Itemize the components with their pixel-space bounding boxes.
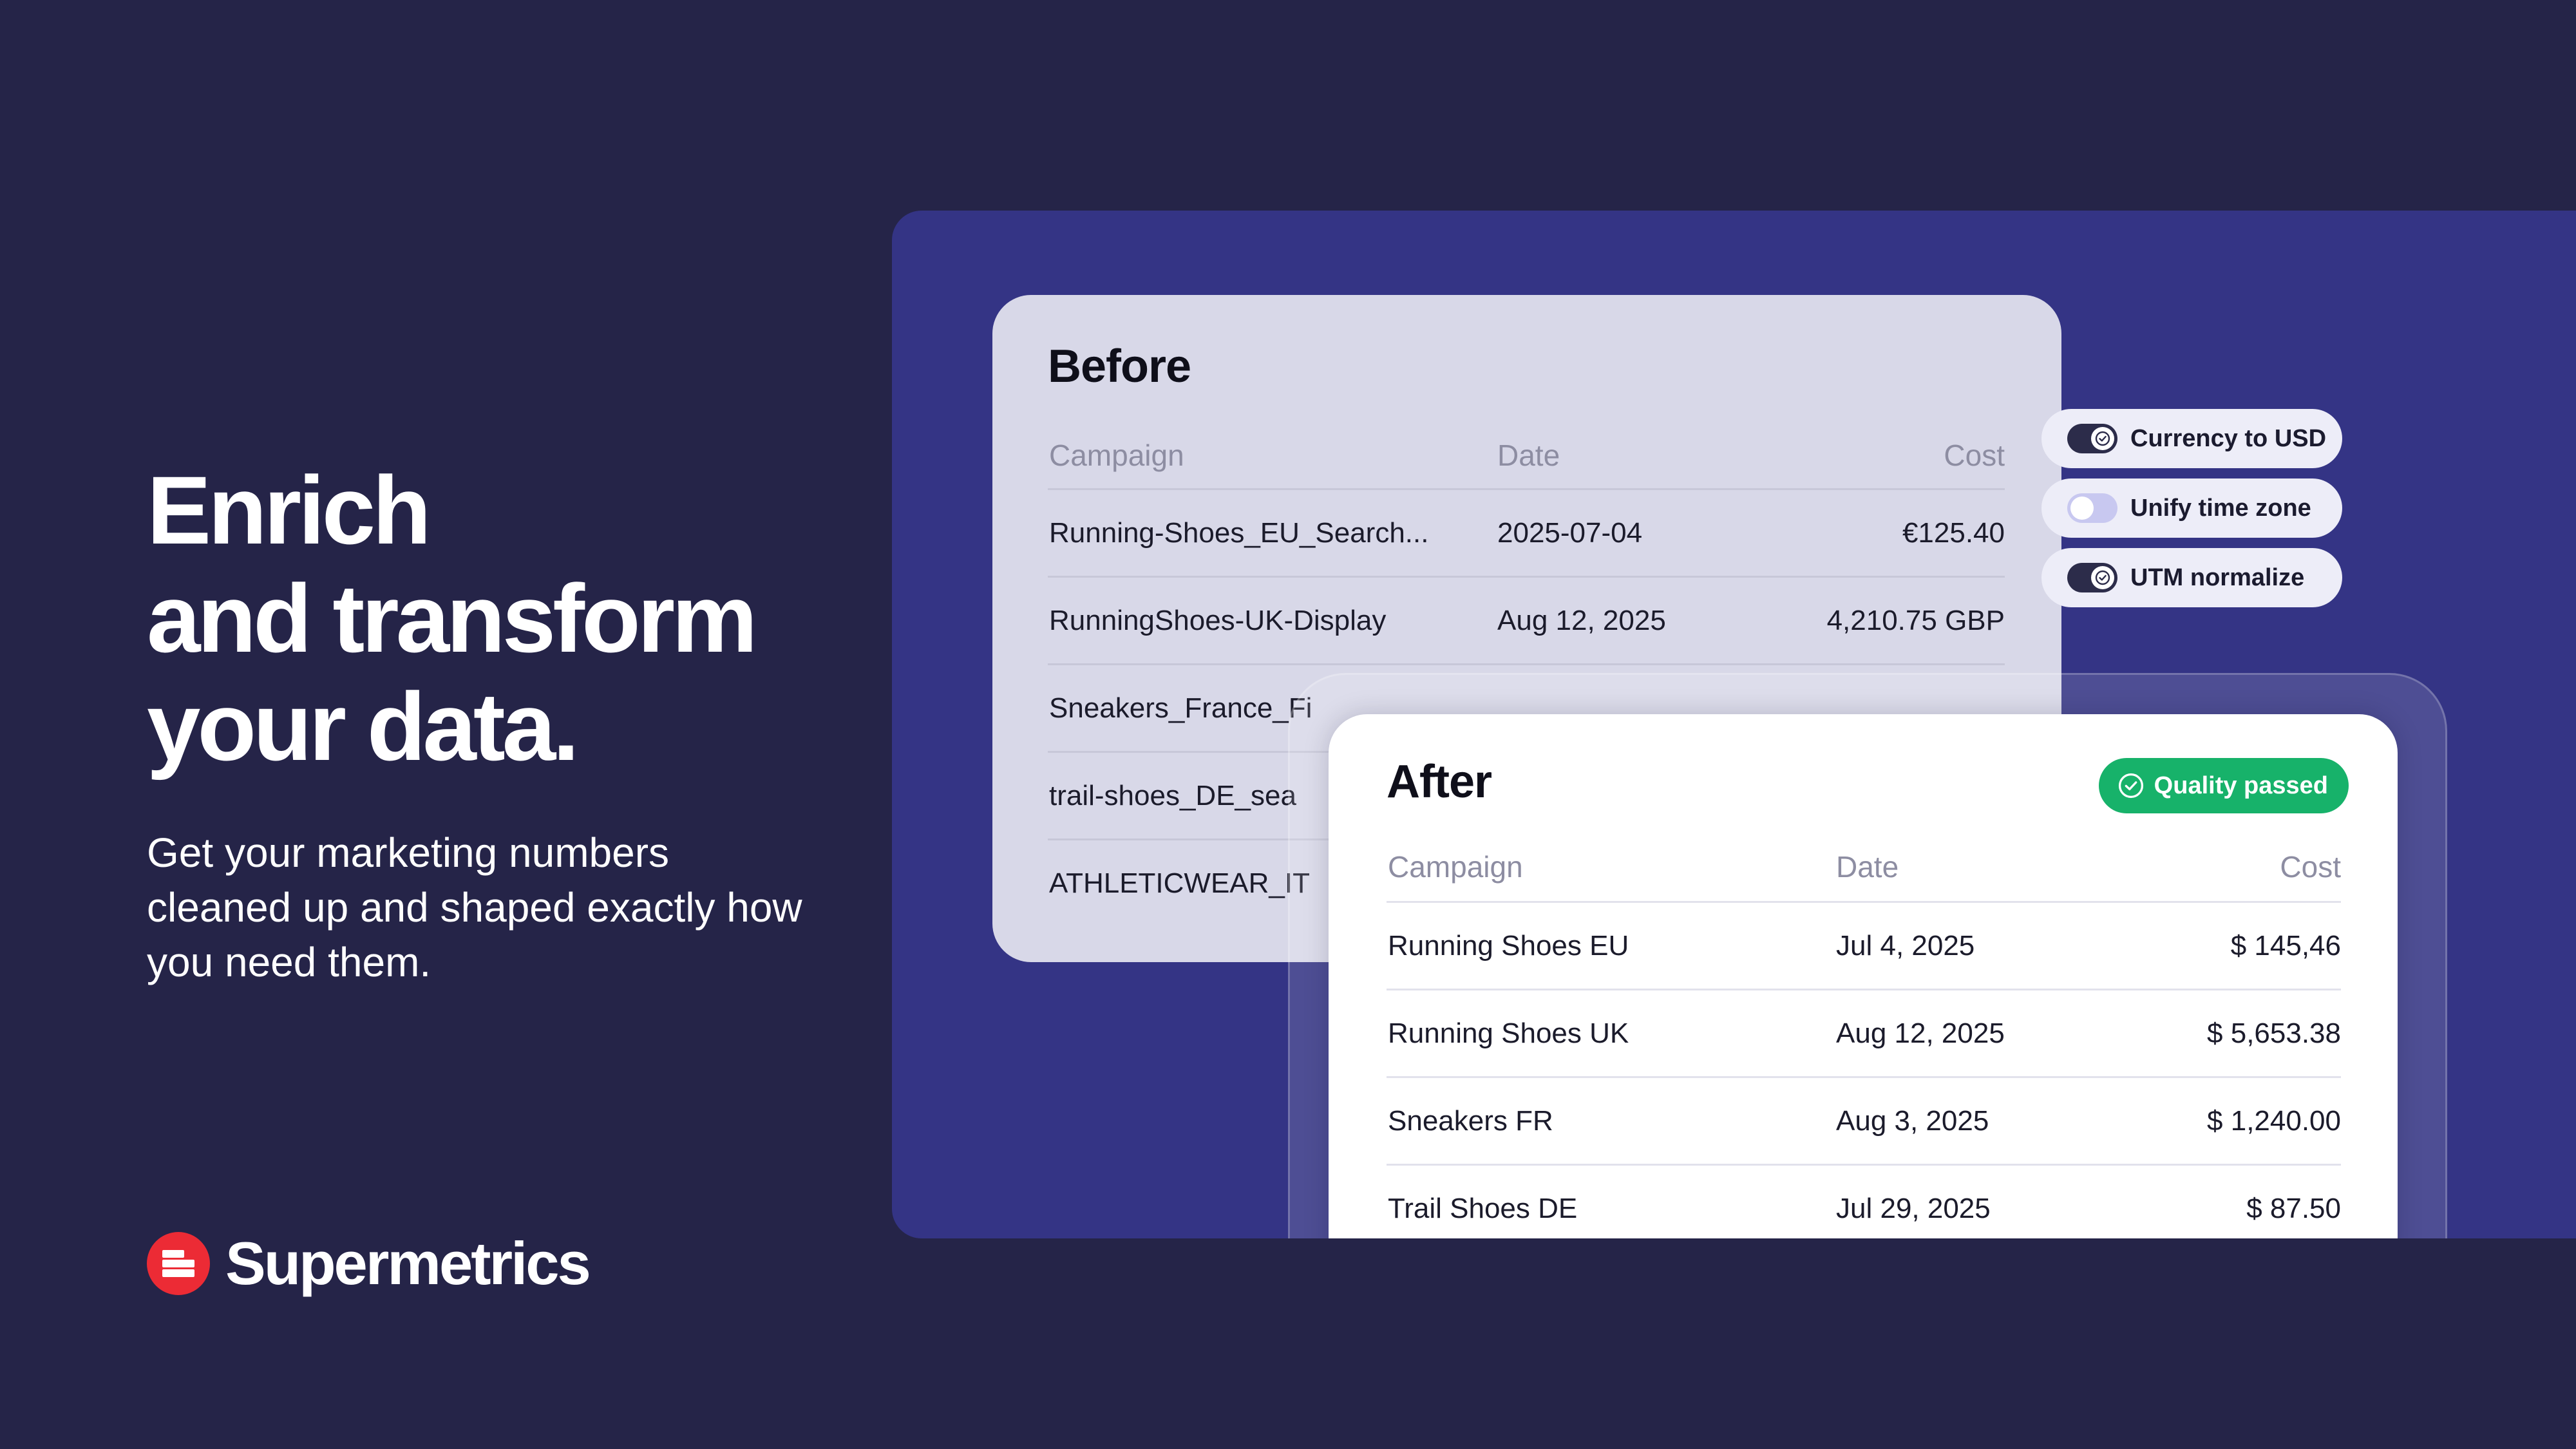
cell-date: Aug 3, 2025: [1836, 1104, 1989, 1137]
before-table-header: Campaign Date Cost: [1048, 431, 2005, 479]
toggle-utm-normalize[interactable]: UTM normalize: [2041, 548, 2342, 607]
headline-line-2: and transform: [147, 564, 757, 672]
toggle-switch-on[interactable]: [2067, 563, 2117, 592]
table-row: Running-Shoes_EU_Search... 2025-07-04 €1…: [1048, 488, 2005, 576]
column-header-campaign: Campaign: [1388, 850, 1523, 884]
supermetrics-logo-icon: [147, 1232, 210, 1295]
brand-logo: Supermetrics: [147, 1229, 591, 1297]
cell-date: Aug 12, 2025: [1836, 1017, 2005, 1049]
toggle-switch-off[interactable]: [2067, 493, 2117, 523]
cell-date: Aug 12, 2025: [1497, 604, 1666, 636]
after-table-header: Campaign Date Cost: [1387, 843, 2341, 891]
cell-cost: $ 87.50: [2246, 1192, 2341, 1224]
cell-campaign: Running-Shoes_EU_Search...: [1049, 516, 1429, 549]
column-header-date: Date: [1497, 439, 1560, 472]
cell-cost: $ 1,240.00: [2207, 1104, 2341, 1137]
headline-line-3: your data.: [147, 672, 580, 781]
check-icon: [2095, 431, 2110, 446]
cell-date: 2025-07-04: [1497, 516, 1643, 549]
toggle-currency-to-usd[interactable]: Currency to USD: [2041, 409, 2342, 468]
column-header-cost: Cost: [1944, 439, 2005, 472]
toggle-label: Currency to USD: [2130, 424, 2327, 452]
check-icon: [2095, 570, 2110, 585]
brand-name: Supermetrics: [225, 1229, 591, 1297]
cell-campaign: Trail Shoes DE: [1388, 1192, 1578, 1224]
table-row: Trail Shoes DE Jul 29, 2025 $ 87.50: [1387, 1164, 2341, 1238]
headline-line-1: Enrich: [147, 456, 431, 564]
table-row: Running Shoes UK Aug 12, 2025 $ 5,653.38: [1387, 989, 2341, 1076]
cell-cost: €125.40: [1902, 516, 2005, 549]
subheading: Get your marketing numbers cleaned up an…: [147, 829, 802, 985]
cell-cost: $ 145,46: [2230, 929, 2341, 961]
demo-panel: Before Campaign Date Cost Running-Shoes_…: [892, 211, 2576, 1238]
table-row: Running Shoes EU Jul 4, 2025 $ 145,46: [1387, 901, 2341, 989]
cell-campaign: Running Shoes UK: [1388, 1017, 1629, 1049]
cell-date: Jul 4, 2025: [1836, 929, 1975, 961]
table-row: RunningShoes-UK-Display Aug 12, 2025 4,2…: [1048, 576, 2005, 663]
cell-campaign: Running Shoes EU: [1388, 929, 1629, 961]
toggle-label: Unify time zone: [2130, 494, 2311, 522]
toggle-label: UTM normalize: [2130, 564, 2305, 591]
column-header-campaign: Campaign: [1049, 439, 1184, 472]
cell-cost: $ 5,653.38: [2207, 1017, 2341, 1049]
page: Enrich and transform your data. Get your…: [0, 0, 2576, 1449]
cell-campaign: RunningShoes-UK-Display: [1049, 604, 1387, 636]
toggle-unify-time-zone[interactable]: Unify time zone: [2041, 478, 2342, 538]
cell-date: Jul 29, 2025: [1836, 1192, 1991, 1224]
column-header-date: Date: [1836, 850, 1899, 884]
toggle-switch-on[interactable]: [2067, 424, 2117, 453]
table-row: Sneakers FR Aug 3, 2025 $ 1,240.00: [1387, 1076, 2341, 1164]
cell-campaign: Sneakers FR: [1388, 1104, 1553, 1137]
cell-cost: 4,210.75 GBP: [1826, 604, 2005, 636]
after-table-card: After Quality passed Campaign Date Cost: [1329, 714, 2398, 1238]
column-header-cost: Cost: [2280, 850, 2341, 884]
headline: Enrich and transform your data.: [147, 456, 855, 781]
